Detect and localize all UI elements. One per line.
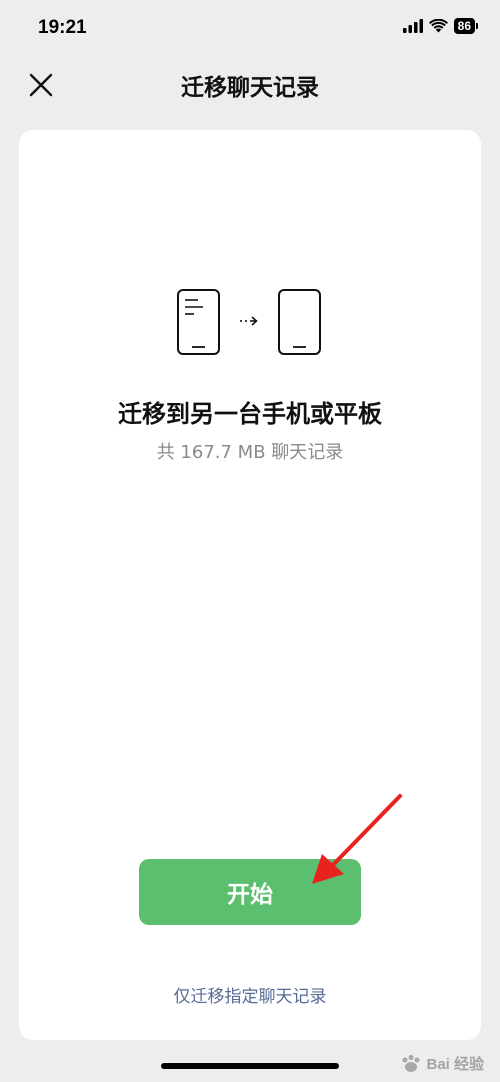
page-title: 迁移聊天记录: [181, 75, 319, 101]
status-icons: 86: [402, 18, 478, 34]
data-size-subtitle: 共 167.7 MB 聊天记录: [156, 442, 344, 463]
status-bar: 19:21 86: [0, 0, 500, 60]
status-time: 19:21: [38, 17, 87, 38]
wifi-icon: [428, 19, 448, 33]
phone-to-phone-transfer-icon: [177, 289, 321, 355]
headline: 迁移到另一台手机或平板: [118, 400, 382, 428]
nav-bar: 迁移聊天记录: [0, 60, 500, 108]
migration-card: 迁移到另一台手机或平板 共 167.7 MB 聊天记录 开始 仅迁移指定聊天记录: [19, 130, 481, 1040]
paw-icon: [402, 1054, 420, 1072]
start-button[interactable]: 开始: [139, 859, 361, 925]
watermark-text: Bai 经验: [426, 1056, 484, 1073]
migrate-selected-chats-link[interactable]: 仅迁移指定聊天记录: [19, 982, 481, 1007]
watermark: Bai 经验: [400, 1053, 484, 1074]
home-indicator: [161, 1063, 339, 1069]
battery-level: 86: [453, 18, 475, 34]
signal-icon: [402, 19, 423, 33]
battery-icon: 86: [453, 18, 478, 34]
